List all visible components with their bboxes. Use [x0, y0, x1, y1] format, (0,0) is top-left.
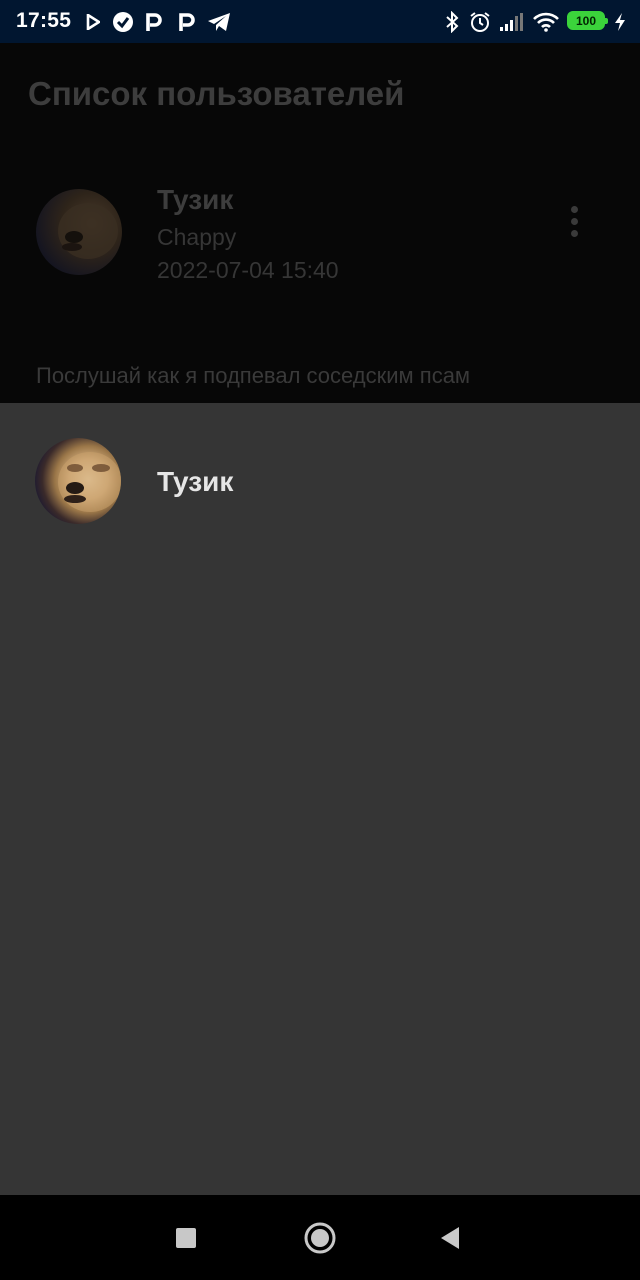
- navigation-bar: [0, 1195, 640, 1280]
- play-icon: [84, 10, 102, 34]
- post-author-name: Тузик: [157, 184, 234, 215]
- post-text: Послушай как я подпевал соседским псам: [36, 363, 471, 388]
- sheet-user-name: Тузик: [157, 466, 234, 497]
- telegram-icon: [206, 10, 232, 34]
- recents-square-icon[interactable]: [160, 1195, 212, 1280]
- p-icon: [143, 10, 165, 34]
- p-icon: [176, 10, 198, 34]
- status-time: 17:55: [16, 9, 72, 32]
- page-title: Список пользователей: [28, 75, 405, 112]
- avatar[interactable]: [35, 438, 121, 524]
- more-options-icon[interactable]: [566, 206, 582, 240]
- status-bar: 17:55 100: [0, 0, 640, 43]
- bluetooth-icon: [443, 10, 461, 34]
- bottom-sheet: Тузик: [0, 403, 640, 1195]
- wifi-icon: [532, 10, 560, 34]
- charging-icon: [612, 10, 628, 34]
- back-triangle-icon[interactable]: [424, 1195, 476, 1280]
- post-date: 2022-07-04 15:40: [157, 257, 339, 283]
- alarm-icon: [468, 10, 492, 34]
- home-circle-icon[interactable]: [292, 1195, 348, 1280]
- check-circle-icon: [111, 10, 135, 34]
- post-subtitle: Chappy: [157, 224, 237, 250]
- signal-icon: [498, 10, 524, 34]
- battery-indicator: 100: [567, 11, 608, 30]
- avatar[interactable]: [36, 189, 122, 275]
